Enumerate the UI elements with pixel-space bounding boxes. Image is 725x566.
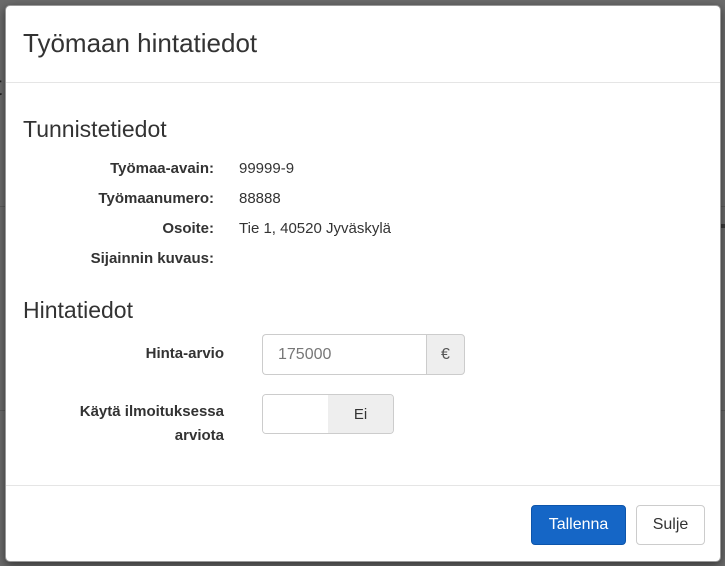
info-row-site-key: Työmaa-avain: 99999-9 [6, 158, 720, 180]
save-button[interactable]: Tallenna [531, 505, 626, 545]
use-estimate-toggle[interactable]: Ei [262, 394, 394, 434]
site-number-value: 88888 [239, 190, 281, 207]
dialog-footer: Tallenna Sulje [6, 485, 720, 561]
dialog-header: Työmaan hintatiedot [6, 6, 720, 83]
close-button[interactable]: Sulje [636, 505, 705, 545]
address-value: Tie 1, 40520 Jyväskylä [239, 220, 392, 237]
currency-addon: € [426, 334, 465, 375]
price-estimate-group: € [262, 334, 465, 375]
price-dialog: Työmaan hintatiedot Tunnistetiedot Työma… [5, 5, 721, 562]
address-label: Osoite: [162, 220, 214, 237]
info-row-location-description: Sijainnin kuvaus: [6, 248, 720, 270]
toggle-knob [263, 395, 328, 433]
location-description-label: Sijainnin kuvaus: [90, 250, 214, 267]
site-number-label: Työmaanumero: [98, 190, 214, 207]
background-text: t [0, 70, 2, 102]
site-key-value: 99999-9 [239, 160, 295, 177]
info-row-site-number: Työmaanumero: 88888 [6, 188, 720, 210]
pricing-heading: Hintatiedot [23, 297, 133, 323]
dialog-title: Työmaan hintatiedot [23, 28, 258, 58]
use-estimate-label-line2: arviota [174, 427, 224, 444]
price-estimate-input[interactable] [262, 334, 426, 375]
use-estimate-label: Käytä ilmoituksessa arviota [80, 400, 224, 448]
use-estimate-label-line1: Käytä ilmoituksessa [79, 403, 224, 420]
toggle-off-label: Ei [328, 395, 393, 433]
price-estimate-label: Hinta-arvio [145, 345, 224, 362]
identification-heading: Tunnistetiedot [23, 116, 167, 142]
info-row-address: Osoite: Tie 1, 40520 Jyväskylä [6, 218, 720, 240]
site-key-label: Työmaa-avain: [110, 160, 214, 177]
